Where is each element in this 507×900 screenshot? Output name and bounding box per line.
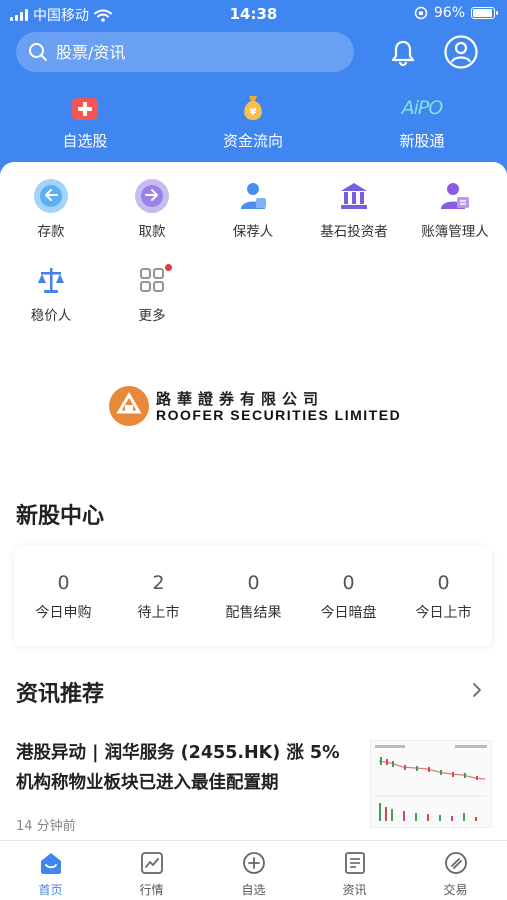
tab-home[interactable]: 首页: [0, 849, 101, 898]
service-deposit-label: 存款: [37, 224, 65, 240]
news-item-title-line2: 机构称物业板块已进入最佳配置期: [16, 773, 279, 793]
tab-news-label: 资讯: [342, 883, 367, 897]
nav-favorite-stocks[interactable]: 自选股: [25, 92, 145, 151]
company-banner[interactable]: 路華證券有限公司 ROOFER SECURITIES LIMITED: [108, 384, 408, 428]
tab-market[interactable]: 行情: [101, 849, 202, 898]
service-withdraw-label: 取款: [138, 224, 166, 240]
bookrunner-icon: [441, 183, 469, 209]
tab-home-label: 首页: [38, 883, 63, 897]
svg-text:¥: ¥: [250, 107, 257, 118]
news-item-thumbnail[interactable]: [370, 740, 492, 828]
ipo-stat-value: 0: [57, 572, 70, 594]
news-item-title[interactable]: 港股异动 | 润华服务 (2455.HK) 涨 5% 机构称物业板块已进入最佳配…: [16, 738, 356, 798]
news-item-time: 14 分钟前: [16, 819, 76, 834]
banner-company-name-cn: 路華證券有限公司: [156, 390, 325, 408]
search-input[interactable]: [56, 42, 306, 62]
status-right: 96%: [414, 5, 498, 21]
service-more[interactable]: 更多: [102, 262, 202, 324]
orientation-lock-icon: [414, 6, 428, 20]
nav-new-ipo-label: 新股通: [399, 132, 445, 150]
status-bar: 中国移动 14:38 96%: [0, 0, 507, 28]
service-cornerstone-investor-label: 基石投资者: [320, 224, 388, 240]
nav-fund-flow[interactable]: ¥ 资金流向: [193, 92, 313, 151]
ipo-stat-value: 0: [342, 572, 355, 594]
news-section-title: 资讯推荐: [16, 682, 105, 707]
deposit-icon: [34, 179, 68, 213]
ipo-stat-label: 待上市: [137, 605, 180, 621]
ipo-center-title: 新股中心: [16, 504, 105, 529]
top-quick-nav: 自选股 ¥ 资金流向 AiPO 新股通: [0, 92, 507, 162]
battery-icon: [471, 7, 498, 19]
chevron-right-icon[interactable]: [468, 680, 486, 700]
search-bar[interactable]: [16, 32, 354, 72]
notification-bell-icon[interactable]: [388, 38, 418, 68]
news-icon: [344, 852, 365, 874]
bottom-tab-bar: 首页 行情 自选 资讯 交易: [0, 840, 507, 900]
add-watchlist-icon: [242, 852, 265, 874]
roofer-logo-icon: [109, 386, 149, 426]
news-item-title-line1: 港股异动 | 润华服务 (2455.HK) 涨 5%: [16, 743, 340, 763]
nav-fund-flow-label: 资金流向: [222, 132, 283, 150]
trade-icon: [444, 852, 467, 874]
ipo-stat-value: 0: [247, 572, 260, 594]
tab-watchlist-label: 自选: [241, 883, 266, 897]
tab-trade[interactable]: 交易: [405, 849, 506, 898]
ipo-stat-label: 今日上市: [415, 605, 472, 621]
battery-fill: [473, 9, 493, 17]
service-stabilizer-label: 稳价人: [30, 308, 72, 324]
stabilizer-icon: [38, 268, 64, 293]
ipo-stat-allotment-result[interactable]: 0 配售结果: [206, 572, 301, 622]
favorite-stock-icon: [72, 98, 98, 120]
aipo-icon: AiPO: [401, 97, 444, 119]
nav-favorite-stocks-label: 自选股: [62, 132, 108, 150]
tab-news[interactable]: 资讯: [304, 849, 405, 898]
ipo-stat-pending-listing[interactable]: 2 待上市: [111, 572, 206, 622]
more-badge-dot: [165, 264, 172, 271]
ipo-stat-today-subscribe[interactable]: 0 今日申购: [16, 572, 111, 622]
service-stabilizer[interactable]: 稳价人: [1, 262, 101, 324]
service-cornerstone-investor[interactable]: 基石投资者: [304, 178, 404, 240]
battery-percent: 96%: [433, 5, 465, 21]
service-bookrunner[interactable]: 账簿管理人: [405, 178, 505, 240]
service-withdraw[interactable]: 取款: [102, 178, 202, 240]
service-sponsor-label: 保荐人: [232, 224, 274, 240]
search-icon: [29, 43, 47, 61]
banner-company-name-en: ROOFER SECURITIES LIMITED: [156, 407, 402, 423]
user-profile-icon[interactable]: [444, 35, 478, 69]
ipo-center-card: 0 今日申购 2 待上市 0 配售结果 0 今日暗盘 0 今日上市: [14, 546, 492, 646]
ipo-stat-label: 今日暗盘: [320, 605, 377, 621]
tab-market-label: 行情: [139, 883, 164, 897]
ipo-stat-today-listing[interactable]: 0 今日上市: [396, 572, 491, 622]
service-more-label: 更多: [138, 308, 166, 324]
tab-watchlist[interactable]: 自选: [203, 849, 304, 898]
more-grid-icon: [140, 268, 164, 292]
service-bookrunner-label: 账簿管理人: [421, 224, 489, 240]
service-deposit[interactable]: 存款: [1, 178, 101, 240]
ipo-stat-label: 今日申购: [35, 605, 92, 621]
nav-new-ipo[interactable]: AiPO 新股通: [362, 92, 482, 151]
money-bag-icon: ¥: [244, 96, 262, 120]
ipo-stat-value: 0: [437, 572, 450, 594]
withdraw-icon: [135, 179, 169, 213]
tab-trade-label: 交易: [443, 883, 468, 897]
stock-chart-thumbnail-icon: [375, 745, 487, 821]
service-sponsor[interactable]: 保荐人: [203, 178, 303, 240]
market-chart-icon: [140, 852, 163, 874]
sponsor-icon: [241, 183, 266, 209]
ipo-stat-label: 配售结果: [225, 605, 282, 621]
cornerstone-investor-icon: [341, 183, 367, 209]
ipo-stat-today-grey-market[interactable]: 0 今日暗盘: [301, 572, 396, 622]
ipo-stat-value: 2: [152, 572, 165, 594]
home-icon: [40, 853, 61, 874]
